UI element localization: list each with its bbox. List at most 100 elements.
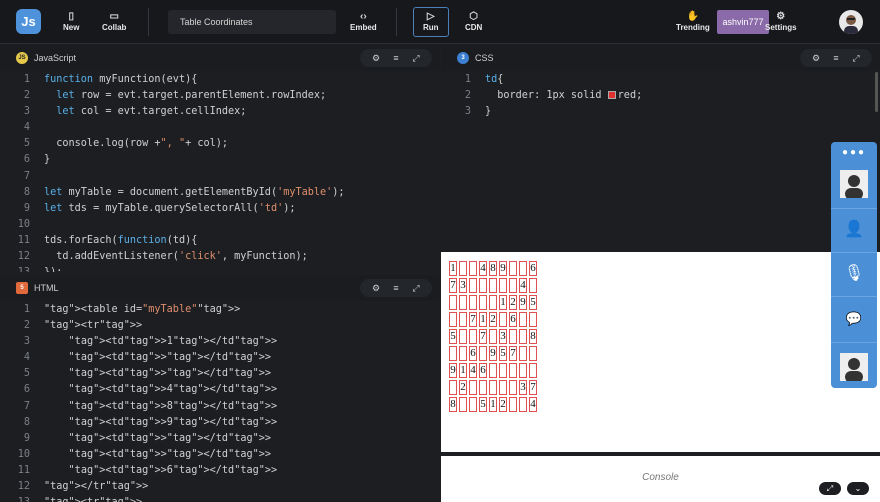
table-cell[interactable]	[469, 278, 477, 293]
table-cell[interactable]: 7	[469, 312, 477, 327]
table-cell[interactable]: 5	[449, 329, 457, 344]
table-cell[interactable]	[529, 312, 537, 327]
code-line[interactable]: 10 "tag"><td"tag">>"tag"></td"tag">>	[0, 447, 440, 463]
table-cell[interactable]	[529, 346, 537, 361]
color-swatch[interactable]	[607, 91, 616, 100]
table-cell[interactable]	[479, 346, 487, 361]
table-cell[interactable]	[479, 380, 487, 395]
table-cell[interactable]: 2	[489, 312, 497, 327]
collab-button[interactable]: ▭ Collab	[102, 10, 126, 32]
scrollbar[interactable]	[875, 72, 878, 112]
username-badge[interactable]: ashvin777	[717, 10, 769, 34]
table-cell[interactable]	[449, 380, 457, 395]
code-line[interactable]: 9 let tds = myTable.querySelectorAll('td'…	[0, 201, 440, 217]
table-cell[interactable]	[459, 397, 467, 412]
code-line[interactable]: 1 function myFunction(evt){	[0, 72, 440, 88]
table-cell[interactable]	[519, 312, 527, 327]
code-line[interactable]: 7 "tag"><td"tag">>8"tag"></td"tag">>	[0, 399, 440, 415]
table-cell[interactable]	[479, 278, 487, 293]
code-line[interactable]: 2 let row = evt.target.parentElement.row…	[0, 88, 440, 104]
code-line[interactable]: 13});	[0, 265, 440, 272]
code-line[interactable]: 12 td.addEventListener('click', myFuncti…	[0, 249, 440, 265]
collaborator-avatar[interactable]	[831, 348, 877, 386]
table-cell[interactable]	[469, 397, 477, 412]
table-cell[interactable]	[449, 346, 457, 361]
collaborator-avatar[interactable]	[831, 164, 877, 204]
table-cell[interactable]	[499, 312, 507, 327]
code-line[interactable]: 6 "tag"><td"tag">>4"tag"></td"tag">>	[0, 382, 440, 398]
table-cell[interactable]: 2	[499, 397, 507, 412]
table-cell[interactable]	[519, 329, 527, 344]
table-cell[interactable]: 4	[479, 261, 487, 276]
table-cell[interactable]: 6	[469, 346, 477, 361]
app-logo[interactable]: Js	[16, 9, 41, 34]
table-cell[interactable]	[519, 397, 527, 412]
code-line[interactable]: 3 let col = evt.target.cellIndex;	[0, 104, 440, 120]
code-line[interactable]: 1 "tag"><table id="myTable""tag">>	[0, 302, 440, 318]
table-cell[interactable]	[459, 261, 467, 276]
code-line[interactable]: 11 tds.forEach(function(td){	[0, 233, 440, 249]
settings-icon[interactable]: ⚙	[366, 280, 386, 296]
table-cell[interactable]: 1	[459, 363, 467, 378]
expand-icon[interactable]: ⤢	[406, 50, 426, 66]
table-cell[interactable]: 7	[529, 380, 537, 395]
embed-button[interactable]: ‹› Embed	[350, 10, 377, 32]
html-editor[interactable]: 1 "tag"><table id="myTable""tag">> 2 "tag">…	[0, 302, 440, 502]
table-cell[interactable]: 5	[499, 346, 507, 361]
expand-icon[interactable]: ⤢	[406, 280, 426, 296]
table-cell[interactable]: 7	[509, 346, 517, 361]
table-cell[interactable]	[519, 346, 527, 361]
table-cell[interactable]	[519, 363, 527, 378]
settings-button[interactable]: ⚙ Settings	[765, 10, 797, 32]
code-line[interactable]: 2 border: 1px solid red;	[441, 88, 880, 104]
code-line[interactable]: 8 let myTable = document.getElementById('…	[0, 185, 440, 201]
code-line[interactable]: 7	[0, 169, 440, 185]
table-cell[interactable]	[499, 278, 507, 293]
table-cell[interactable]	[459, 346, 467, 361]
table-cell[interactable]: 2	[459, 380, 467, 395]
expand-console-button[interactable]: ⤢	[819, 482, 841, 495]
trending-button[interactable]: ✋ Trending	[676, 10, 710, 32]
code-line[interactable]: 5 console.log(row +", "+ col);	[0, 136, 440, 152]
code-line[interactable]: 11 "tag"><td"tag">>6"tag"></td"tag">>	[0, 463, 440, 479]
table-cell[interactable]	[529, 278, 537, 293]
table-cell[interactable]	[509, 261, 517, 276]
table-cell[interactable]	[469, 295, 477, 310]
table-cell[interactable]	[469, 380, 477, 395]
table-cell[interactable]	[459, 295, 467, 310]
table-cell[interactable]: 6	[509, 312, 517, 327]
format-icon[interactable]: ≡	[826, 50, 846, 66]
settings-icon[interactable]: ⚙	[366, 50, 386, 66]
table-cell[interactable]	[449, 295, 457, 310]
collapse-console-button[interactable]: ⌄	[847, 482, 869, 495]
table-cell[interactable]	[489, 329, 497, 344]
code-line[interactable]: 12 "tag"></tr"tag">>	[0, 479, 440, 495]
table-cell[interactable]: 1	[499, 295, 507, 310]
table-cell[interactable]: 9	[499, 261, 507, 276]
table-cell[interactable]	[489, 380, 497, 395]
code-line[interactable]: 9 "tag"><td"tag">>"tag"></td"tag">>	[0, 431, 440, 447]
table-cell[interactable]: 4	[469, 363, 477, 378]
table-cell[interactable]: 3	[519, 380, 527, 395]
table-cell[interactable]: 2	[509, 295, 517, 310]
code-line[interactable]: 4 "tag"><td"tag">>"tag"></td"tag">>	[0, 350, 440, 366]
table-cell[interactable]	[519, 261, 527, 276]
code-line[interactable]: 3 "tag"><td"tag">>1"tag"></td"tag">>	[0, 334, 440, 350]
chat-bubble-icon[interactable]: 💬	[831, 302, 877, 336]
table-cell[interactable]	[509, 363, 517, 378]
table-cell[interactable]: 7	[449, 278, 457, 293]
table-cell[interactable]: 6	[479, 363, 487, 378]
table-cell[interactable]	[509, 380, 517, 395]
format-icon[interactable]: ≡	[386, 50, 406, 66]
new-button[interactable]: ▯ New	[63, 10, 79, 32]
table-cell[interactable]: 4	[519, 278, 527, 293]
user-avatar[interactable]	[839, 10, 863, 34]
js-editor[interactable]: 1 function myFunction(evt){2 let row = ev…	[0, 72, 440, 272]
table-cell[interactable]	[499, 380, 507, 395]
table-cell[interactable]	[489, 295, 497, 310]
expand-icon[interactable]: ⤢	[846, 50, 866, 66]
table-cell[interactable]	[529, 363, 537, 378]
table-cell[interactable]: 9	[449, 363, 457, 378]
code-line[interactable]: 10	[0, 217, 440, 233]
table-cell[interactable]: 5	[529, 295, 537, 310]
